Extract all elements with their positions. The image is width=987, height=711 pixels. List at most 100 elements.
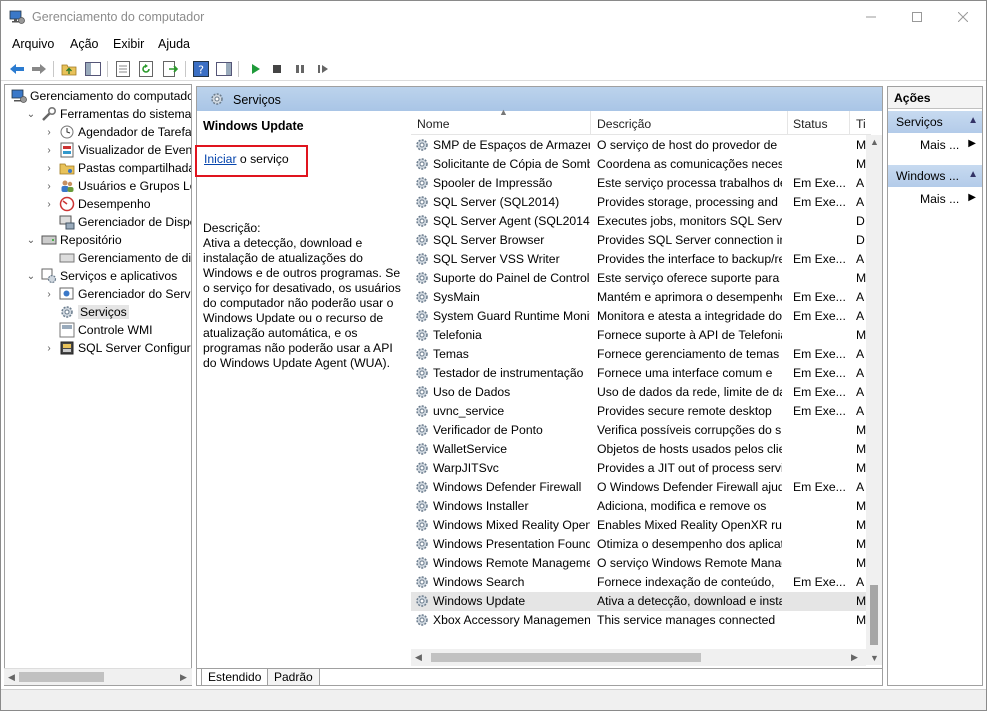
tree-item-label: Visualizador de Eventos: [78, 143, 192, 157]
table-row[interactable]: Spooler de Impressão Este serviço process…: [411, 174, 869, 193]
table-row[interactable]: Windows Remote Management O serviço Windo…: [411, 554, 869, 573]
tree-item[interactable]: ⌄ Serviços e aplicativos: [25, 267, 177, 285]
show-hide-tree-icon[interactable]: [83, 59, 103, 79]
actions-group-label: Serviços: [896, 115, 943, 129]
menu-ajuda[interactable]: Ajuda: [158, 37, 190, 51]
table-row[interactable]: Xbox Accessory Management This service ma…: [411, 611, 869, 630]
start-service-link[interactable]: Iniciar: [204, 152, 237, 166]
actions-group-services[interactable]: Serviços ▲: [888, 111, 982, 133]
table-row[interactable]: SQL Server Agent (SQL2014) Executes jobs,…: [411, 212, 869, 231]
chevron-right-icon[interactable]: ›: [43, 163, 55, 174]
column-name[interactable]: Nome: [417, 117, 450, 131]
tree-item[interactable]: Serviços: [43, 303, 129, 321]
table-row[interactable]: System Guard Runtime Monitor Monitora e a…: [411, 307, 869, 326]
wmi-icon: [59, 322, 75, 338]
table-row[interactable]: Telefonia Fornece suporte à API de Telefo…: [411, 326, 869, 345]
tree-item[interactable]: › Pastas compartilhadas: [43, 159, 191, 177]
chevron-right-icon[interactable]: ›: [43, 181, 55, 192]
table-row[interactable]: Windows Installer Adiciona, modifica e re…: [411, 497, 869, 516]
tree-item[interactable]: › Desempenho: [43, 195, 151, 213]
service-gear-icon: [414, 612, 430, 631]
back-icon[interactable]: [7, 59, 27, 79]
tree-item[interactable]: › Usuários e Grupos Locais: [43, 177, 191, 195]
chevron-right-icon[interactable]: ›: [43, 289, 55, 300]
table-row[interactable]: Windows Mixed Reality OpenXR Enables Mixe…: [411, 516, 869, 535]
table-row[interactable]: Windows Update Ativa a detecção, download…: [411, 592, 869, 611]
service-gear-icon: [414, 536, 430, 555]
collapse-up-icon: ▲: [968, 169, 978, 180]
table-row[interactable]: Windows Presentation Foundation Otimiza o…: [411, 535, 869, 554]
actions-more-services[interactable]: Mais ... ▶: [888, 135, 982, 155]
service-gear-icon: [414, 213, 430, 232]
export-list-icon[interactable]: [161, 59, 181, 79]
chevron-right-icon[interactable]: ›: [43, 199, 55, 210]
chevron-right-icon[interactable]: ›: [43, 127, 55, 138]
table-row[interactable]: SQL Server Browser Provides SQL Server co…: [411, 231, 869, 250]
table-row[interactable]: SQL Server VSS Writer Provides the interf…: [411, 250, 869, 269]
table-row[interactable]: Solicitante de Cópia de Sombra Coordena a…: [411, 155, 869, 174]
tree-horizontal-scrollbar[interactable]: ◀ ▶: [4, 668, 192, 685]
tree-item[interactable]: › Visualizador de Eventos: [43, 141, 192, 159]
table-row[interactable]: Testador de instrumentação Fornece uma in…: [411, 364, 869, 383]
table-row[interactable]: SMP de Espaços de Armazenamento O serviço…: [411, 136, 869, 155]
svg-text:?: ?: [198, 64, 204, 77]
computer-management-icon: [9, 9, 25, 25]
service-name: uvnc_service: [433, 404, 505, 418]
service-name: SMP de Espaços de Armazenamento: [433, 138, 590, 152]
action-pane-icon[interactable]: [214, 59, 234, 79]
pause-service-icon[interactable]: [290, 59, 310, 79]
forward-icon[interactable]: [29, 59, 49, 79]
service-status: Em Exe...: [793, 575, 846, 589]
chevron-right-icon[interactable]: ›: [43, 145, 55, 156]
column-type[interactable]: Ti: [856, 117, 866, 131]
stop-service-icon[interactable]: [267, 59, 287, 79]
menu-acao[interactable]: Ação: [70, 37, 99, 51]
actions-more-windows-update[interactable]: Mais ... ▶: [888, 189, 982, 209]
more-actions-label: Mais ...: [920, 192, 960, 206]
table-horizontal-scrollbar[interactable]: ◀ ▶: [411, 649, 866, 666]
column-description[interactable]: Descrição: [597, 117, 651, 131]
tree-item[interactable]: ⌄ Repositório: [25, 231, 122, 249]
chevron-down-icon[interactable]: ⌄: [25, 271, 37, 282]
actions-group-windows-update[interactable]: Windows ... ▲: [888, 165, 982, 187]
tree-item[interactable]: Gerenciamento de disco: [43, 249, 191, 267]
chevron-down-icon[interactable]: ⌄: [25, 109, 37, 120]
tree-item[interactable]: Gerenciador de Dispositivos: [43, 213, 191, 231]
close-button[interactable]: [940, 1, 986, 33]
up-folder-icon[interactable]: [59, 59, 79, 79]
gear-icon: [59, 304, 75, 320]
tree-item[interactable]: ⌄ Ferramentas do sistema: [25, 105, 191, 123]
table-row[interactable]: SysMain Mantém e aprimora o desempenho Em …: [411, 288, 869, 307]
table-row[interactable]: Temas Fornece gerenciamento de temas Em Ex…: [411, 345, 869, 364]
tab-padrao[interactable]: Padrão: [267, 669, 320, 686]
tab-estendido[interactable]: Estendido: [201, 669, 269, 686]
table-row[interactable]: Suporte do Painel de Controle Este serviç…: [411, 269, 869, 288]
minimize-button[interactable]: [848, 1, 894, 33]
chevron-down-icon[interactable]: ⌄: [25, 235, 37, 246]
tree-item[interactable]: › Gerenciador do Serviços de Internet: [43, 285, 191, 303]
table-row[interactable]: SQL Server (SQL2014) Provides storage, pr…: [411, 193, 869, 212]
tree-item[interactable]: Controle WMI: [43, 321, 153, 339]
table-row[interactable]: Windows Defender Firewall O Windows Defen…: [411, 478, 869, 497]
properties-icon[interactable]: [113, 59, 133, 79]
table-row[interactable]: Windows Search Fornece indexação de conte…: [411, 573, 869, 592]
table-vertical-scrollbar[interactable]: ▲ ▼: [866, 135, 882, 665]
resume-service-icon[interactable]: [313, 59, 333, 79]
tree-item[interactable]: › Agendador de Tarefas: [43, 123, 191, 141]
menu-arquivo[interactable]: Arquivo: [12, 37, 54, 51]
maximize-button[interactable]: [894, 1, 940, 33]
table-row[interactable]: Uso de Dados Uso de dados da rede, limite…: [411, 383, 869, 402]
service-description: Provides storage, processing and: [597, 195, 778, 209]
table-row[interactable]: WalletService Objetos de hosts usados pel…: [411, 440, 869, 459]
menu-exibir[interactable]: Exibir: [113, 37, 144, 51]
column-status[interactable]: Status: [793, 117, 828, 131]
chevron-right-icon[interactable]: ›: [43, 343, 55, 354]
tree-item[interactable]: Gerenciamento do computador (Local): [7, 87, 191, 105]
table-row[interactable]: Verificador de Ponto Verifica possíveis c…: [411, 421, 869, 440]
start-service-icon[interactable]: [246, 59, 266, 79]
refresh-icon[interactable]: [137, 59, 157, 79]
table-row[interactable]: uvnc_service Provides secure remote deskt…: [411, 402, 869, 421]
tree-item[interactable]: › SQL Server Configuration Manager: [43, 339, 191, 357]
table-row[interactable]: WarpJITSvc Provides a JIT out of process …: [411, 459, 869, 478]
help-icon[interactable]: ?: [191, 59, 211, 79]
